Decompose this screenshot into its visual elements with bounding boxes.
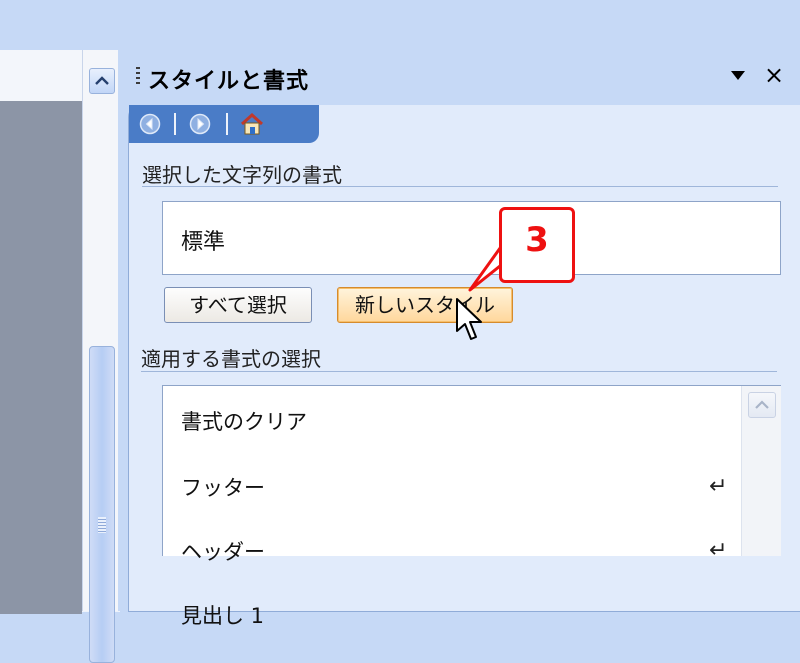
paragraph-mark-icon: ↵ — [709, 474, 728, 499]
home-icon — [240, 112, 264, 135]
apply-format-label: 適用する書式の選択 — [141, 347, 321, 371]
chevron-up-icon — [95, 76, 109, 85]
list-item-header[interactable]: ヘッダー — [181, 536, 265, 566]
grip-icon — [98, 517, 106, 533]
document-area — [0, 50, 82, 614]
current-style-box[interactable]: 標準 — [162, 201, 781, 275]
forward-button[interactable] — [187, 112, 213, 136]
paragraph-mark-icon: ↵ — [709, 538, 728, 563]
scroll-up-button[interactable] — [89, 68, 115, 94]
back-button[interactable] — [137, 112, 163, 136]
pane-title: スタイルと書式 — [148, 69, 310, 94]
step-number: 3 — [525, 220, 549, 260]
dropdown-arrow-icon[interactable] — [731, 71, 745, 80]
pane-splitter[interactable] — [118, 45, 128, 611]
window-top-strip — [0, 0, 120, 45]
style-list: 書式のクリア フッター ↵ ヘッダー ↵ 見出し 1 — [162, 385, 781, 628]
current-style-name: 標準 — [181, 230, 226, 255]
section-divider — [142, 186, 778, 187]
document-vertical-scrollbar[interactable] — [82, 50, 119, 663]
selected-text-format-label: 選択した文字列の書式 — [142, 163, 342, 187]
drag-grip-icon[interactable] — [136, 67, 140, 87]
list-item-footer[interactable]: フッター — [181, 472, 265, 502]
step-callout: 3 — [499, 207, 575, 283]
document-page-edge — [0, 53, 82, 101]
chevron-up-icon — [755, 400, 769, 409]
scrollbar-thumb[interactable] — [89, 346, 115, 663]
mouse-pointer-icon — [456, 298, 482, 340]
pane-nav-bar — [129, 105, 319, 143]
nav-separator — [174, 113, 176, 135]
list-item-clear-formatting[interactable]: 書式のクリア — [181, 406, 307, 436]
close-icon[interactable]: × — [764, 63, 784, 87]
section-divider — [141, 371, 777, 372]
back-arrow-icon — [139, 113, 161, 135]
pane-header: スタイルと書式 × — [128, 45, 800, 105]
nav-separator — [226, 113, 228, 135]
scroll-up-button[interactable] — [748, 392, 776, 418]
home-button[interactable] — [239, 112, 265, 136]
select-all-button[interactable]: すべて選択 — [164, 287, 312, 323]
style-list-scrollbar[interactable] — [741, 386, 781, 556]
forward-arrow-icon — [189, 113, 211, 135]
list-item-heading-1[interactable]: 見出し 1 — [181, 600, 264, 630]
